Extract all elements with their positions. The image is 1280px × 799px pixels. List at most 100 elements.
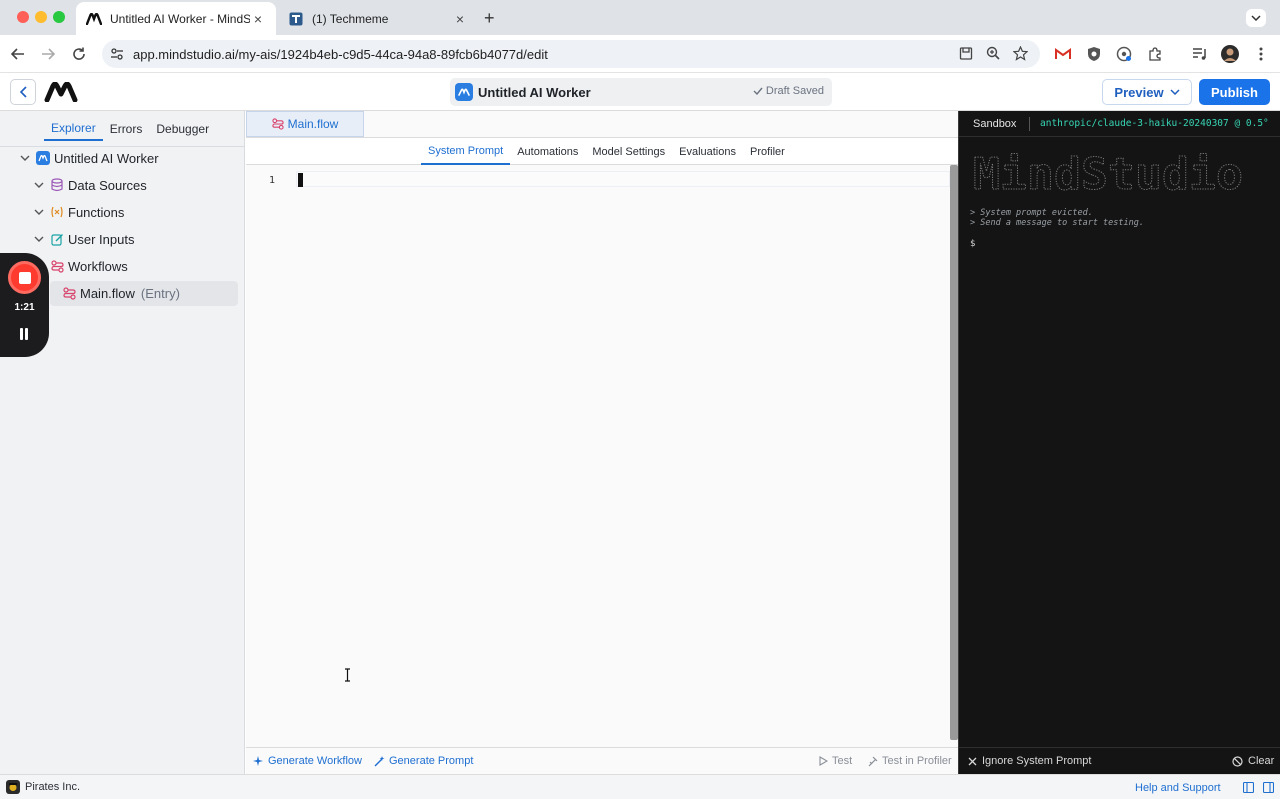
mindstudio-logo-icon — [86, 11, 102, 27]
address-bar[interactable]: app.mindstudio.ai/my-ais/1924b4eb-c9d5-4… — [102, 40, 1040, 68]
clear-button[interactable]: Clear — [1232, 755, 1274, 767]
pirate-avatar-icon — [6, 780, 20, 794]
model-selector[interactable]: anthropic/claude-3-haiku-20240307 @ 0.5° — [1040, 118, 1269, 129]
tab-errors[interactable]: Errors — [103, 117, 150, 141]
bookmark-star-icon[interactable] — [1013, 46, 1029, 62]
media-controls-icon[interactable] — [1191, 45, 1209, 63]
terminal-prompt[interactable]: $ — [970, 239, 975, 249]
generate-workflow-button[interactable]: Generate Workflow — [253, 755, 362, 767]
file-tab-main-flow[interactable]: Main.flow — [246, 111, 364, 137]
line-number: 1 — [269, 175, 276, 186]
tab-evaluations[interactable]: Evaluations — [672, 138, 743, 165]
play-icon — [819, 756, 828, 766]
stop-recording-button[interactable] — [8, 261, 41, 294]
terminal-line: > System prompt evicted. — [970, 208, 1093, 218]
clear-label: Clear — [1248, 755, 1275, 767]
zoom-window-button[interactable] — [53, 11, 65, 23]
generate-workflow-label: Generate Workflow — [268, 755, 362, 767]
browser-tab-strip: Untitled AI Worker - MindStudio × (1) Te… — [0, 0, 1280, 35]
generate-prompt-button[interactable]: Generate Prompt — [374, 755, 473, 767]
forward-arrow-icon[interactable] — [38, 44, 58, 64]
close-window-button[interactable] — [17, 11, 29, 23]
recording-time: 1:21 — [14, 302, 35, 313]
close-icon — [968, 757, 977, 765]
checkmark-icon — [753, 87, 763, 95]
sidebar-item-label: Workflows — [68, 258, 128, 274]
terminal-line: > Send a message to start testing. — [970, 218, 1144, 228]
ignore-system-prompt-toggle[interactable]: Ignore System Prompt — [968, 755, 1091, 767]
tab-explorer[interactable]: Explorer — [44, 117, 103, 141]
shield-extension-icon[interactable] — [1085, 45, 1103, 63]
sidebar-item-functions[interactable]: Functions — [32, 201, 124, 223]
tree-root-label: Untitled AI Worker — [54, 150, 159, 166]
flow-item-main[interactable]: Main.flow (Entry) — [50, 281, 238, 306]
back-button[interactable] — [10, 79, 36, 105]
chevron-down-icon[interactable] — [18, 155, 32, 161]
profile-avatar[interactable] — [1221, 45, 1239, 63]
reload-icon[interactable] — [69, 44, 89, 64]
close-tab-icon[interactable]: × — [452, 11, 468, 27]
test-label: Test — [832, 755, 853, 767]
tree-root-worker[interactable]: Untitled AI Worker — [18, 147, 159, 169]
test-button[interactable]: Test — [819, 755, 852, 767]
save-page-icon[interactable] — [959, 46, 975, 62]
sidebar-tabs: Explorer Errors Debugger — [44, 117, 216, 141]
save-status-text: Draft Saved — [765, 85, 824, 97]
tab-profiler[interactable]: Profiler — [743, 138, 792, 165]
minimize-window-button[interactable] — [35, 11, 47, 23]
test-in-profiler-button[interactable]: Test in Profiler — [867, 755, 952, 767]
status-bar: Pirates Inc. Help and Support — [0, 774, 1280, 799]
editor-scrollbar[interactable] — [950, 165, 958, 740]
worker-title-pill[interactable]: Untitled AI Worker Draft Saved — [450, 78, 832, 106]
sandbox-footer: Ignore System Prompt Clear — [959, 747, 1280, 774]
editor-panel: Main.flow System Prompt Automations Mode… — [246, 111, 958, 774]
sparkle-icon — [253, 755, 263, 766]
entry-badge: (Entry) — [140, 286, 180, 301]
sidebar-item-label: Data Sources — [68, 177, 147, 193]
screen-recorder-widget: 1:21 — [0, 253, 49, 357]
extensions-puzzle-icon[interactable] — [1146, 45, 1164, 63]
sidebar-item-data-sources[interactable]: Data Sources — [32, 174, 147, 196]
browser-menu-icon[interactable] — [1252, 45, 1270, 63]
ignore-system-prompt-label: Ignore System Prompt — [982, 755, 1092, 767]
organization-switcher[interactable]: Pirates Inc. — [6, 780, 80, 794]
toggle-right-panel-icon[interactable] — [1263, 782, 1274, 793]
tab-title: (1) Techmeme — [312, 11, 389, 26]
toggle-left-panel-icon[interactable] — [1243, 782, 1254, 793]
workflow-icon — [62, 287, 76, 301]
browser-toolbar: app.mindstudio.ai/my-ais/1924b4eb-c9d5-4… — [0, 35, 1280, 73]
browser-tab-mindstudio[interactable]: Untitled AI Worker - MindStudio × — [76, 2, 276, 35]
worker-avatar-icon — [36, 151, 50, 165]
banner-text: MindStudio — [973, 149, 1243, 197]
tab-automations[interactable]: Automations — [510, 138, 585, 165]
worker-avatar-icon — [455, 83, 473, 101]
close-tab-icon[interactable]: × — [250, 11, 266, 27]
back-arrow-icon[interactable] — [8, 44, 28, 64]
publish-button[interactable]: Publish — [1199, 79, 1270, 105]
clear-icon — [1232, 755, 1243, 767]
site-settings-icon[interactable] — [110, 47, 124, 61]
new-tab-icon[interactable]: + — [484, 8, 495, 29]
tab-model-settings[interactable]: Model Settings — [585, 138, 672, 165]
chevron-left-icon — [19, 86, 27, 98]
help-and-support-link[interactable]: Help and Support — [1135, 782, 1221, 794]
zoom-icon[interactable] — [986, 46, 1002, 62]
preview-button[interactable]: Preview — [1102, 79, 1192, 105]
chevron-down-icon[interactable] — [32, 236, 46, 242]
mindstudio-logo-icon[interactable] — [44, 82, 80, 102]
sidebar-item-user-inputs[interactable]: User Inputs — [32, 228, 134, 250]
system-prompt-editor[interactable] — [296, 171, 950, 187]
preview-label: Preview — [1114, 84, 1164, 100]
gmail-icon[interactable] — [1054, 45, 1072, 63]
pause-icon[interactable] — [19, 328, 29, 340]
tab-debugger[interactable]: Debugger — [149, 117, 216, 141]
worker-name: Untitled AI Worker — [478, 85, 591, 100]
editor-footer: Generate Workflow Generate Prompt Test T… — [246, 747, 958, 774]
password-manager-icon[interactable] — [1115, 45, 1133, 63]
chevron-down-icon[interactable] — [32, 182, 46, 188]
workflow-icon — [272, 118, 284, 130]
browser-tab-techmeme[interactable]: (1) Techmeme × — [278, 2, 478, 35]
chevron-down-icon[interactable] — [32, 209, 46, 215]
tab-system-prompt[interactable]: System Prompt — [421, 138, 511, 165]
tab-search-button[interactable] — [1246, 9, 1266, 27]
